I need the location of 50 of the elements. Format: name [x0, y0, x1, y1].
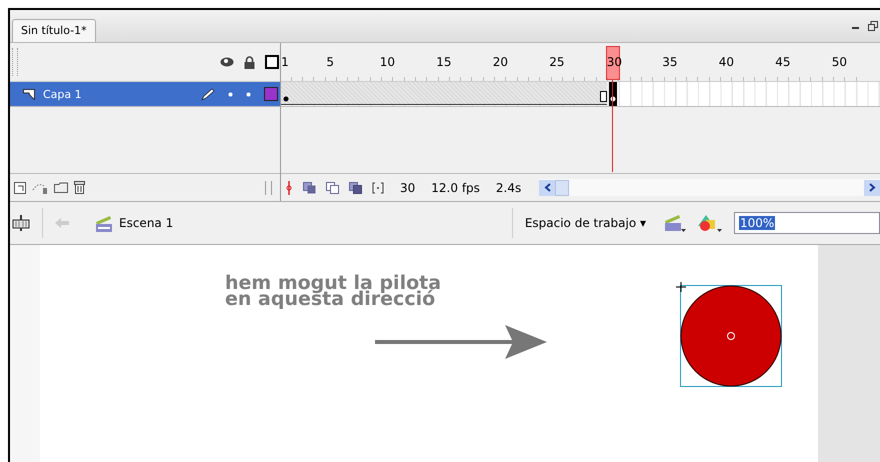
center-frame-icon[interactable]: [285, 180, 293, 194]
layer-icon: [23, 88, 35, 100]
scene-name[interactable]: Escena 1: [119, 216, 174, 230]
scroll-left-icon[interactable]: [544, 183, 551, 192]
eye-icon[interactable]: [220, 57, 234, 67]
onion-outline-icon[interactable]: [326, 182, 339, 194]
marker-range-icon[interactable]: [372, 182, 384, 194]
frame-number: 10: [380, 54, 394, 71]
pencil-icon: [201, 88, 215, 100]
frame-number: 40: [718, 54, 733, 71]
onion-skin-icon[interactable]: [303, 182, 316, 194]
edit-scene-icon[interactable]: [664, 214, 686, 232]
frame-rate[interactable]: 12.0 fps: [431, 180, 480, 194]
scroll-right-icon[interactable]: [868, 183, 876, 192]
frame-number: 20: [492, 54, 507, 71]
frame-end-marker: [600, 91, 607, 102]
clapperboard-icon: [95, 214, 113, 232]
frame-number: 50: [832, 54, 846, 71]
document-tab[interactable]: Sin título-1*: [12, 19, 96, 42]
layer-row[interactable]: Capa 1: [10, 82, 280, 107]
trash-icon[interactable]: [74, 181, 85, 194]
horizontal-scrollbar[interactable]: [539, 179, 880, 196]
current-frame: 30: [400, 180, 416, 194]
layer-color-swatch[interactable]: [264, 87, 278, 101]
frame-number: 15: [436, 54, 450, 71]
edit-symbols-icon[interactable]: [698, 214, 722, 232]
keyframe-dot: [610, 96, 616, 102]
edit-frames-icon[interactable]: [349, 182, 362, 194]
layer-name: Capa 1: [43, 88, 83, 100]
folder-icon[interactable]: [54, 182, 68, 193]
keyframe-dot: [283, 96, 289, 102]
dot-icon[interactable]: [228, 92, 233, 96]
motion-guide-icon[interactable]: [32, 182, 48, 194]
outline-icon[interactable]: [265, 55, 279, 69]
frame-number: 5: [325, 54, 335, 71]
lock-icon[interactable]: [244, 56, 255, 68]
workspace-menu[interactable]: Espacio de trabajo ▾: [524, 216, 646, 230]
frame-number: 25: [549, 54, 564, 71]
frame-number: 35: [662, 54, 676, 71]
timeline-toggle-icon[interactable]: [12, 215, 30, 231]
zoom-field[interactable]: 100%: [734, 212, 880, 234]
annotation-text: hem mogut la pilota en aquesta direcció: [225, 275, 442, 307]
elapsed-time: 2.4s: [496, 180, 522, 194]
frame-number: 45: [775, 54, 790, 71]
playhead[interactable]: 30: [606, 46, 620, 80]
scroll-thumb[interactable]: [555, 180, 570, 196]
frame-number: 1: [281, 54, 290, 71]
new-layer-icon[interactable]: [14, 182, 26, 194]
dot-icon[interactable]: [246, 92, 251, 96]
restore-icon[interactable]: [868, 21, 878, 31]
